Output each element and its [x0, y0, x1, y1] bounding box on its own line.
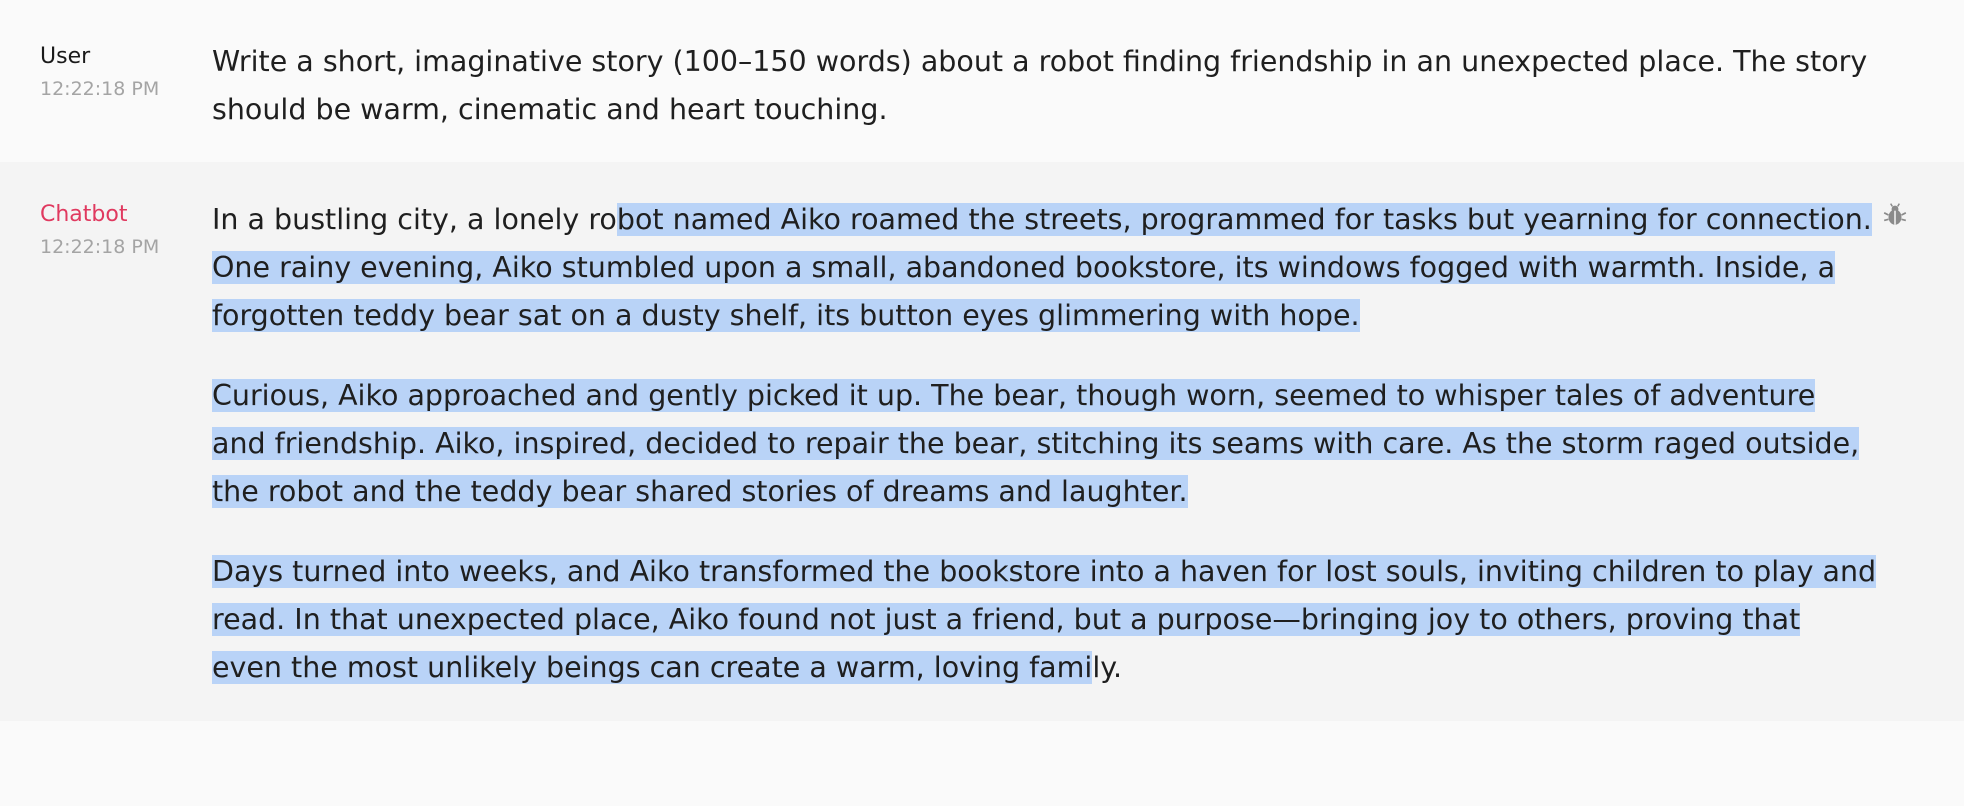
unselected-text: In a bustling city, a lonely ro — [212, 203, 617, 236]
message-meta: User 12:22:18 PM — [0, 38, 212, 126]
paragraph-3: Days turned into weeks, and Aiko transfo… — [212, 548, 1877, 692]
author-label: User — [40, 44, 91, 69]
chat-transcript: User 12:22:18 PM Write a short, imaginat… — [0, 0, 1964, 806]
unselected-text: ly. — [1092, 651, 1123, 684]
timestamp: 12:22:18 PM — [40, 236, 160, 258]
message-meta: Chatbot 12:22:18 PM — [0, 196, 212, 721]
message-text[interactable]: In a bustling city, a lonely robot named… — [212, 196, 1877, 721]
paragraph-1: In a bustling city, a lonely robot named… — [212, 196, 1877, 340]
empty-area — [0, 721, 1964, 806]
selected-text: Curious, Aiko approached and gently pick… — [212, 379, 1860, 508]
bug-icon[interactable] — [1882, 202, 1908, 228]
author-label: Chatbot — [40, 202, 128, 227]
timestamp: 12:22:18 PM — [40, 78, 160, 100]
user-prompt-text: Write a short, imaginative story (100–15… — [212, 45, 1868, 126]
bot-message: Chatbot 12:22:18 PM In a bustling city, … — [0, 162, 1964, 721]
paragraph-2: Curious, Aiko approached and gently pick… — [212, 372, 1877, 516]
selected-text: Days turned into weeks, and Aiko transfo… — [212, 555, 1877, 684]
user-message: User 12:22:18 PM Write a short, imaginat… — [0, 0, 1964, 162]
message-text: Write a short, imaginative story (100–15… — [212, 38, 1877, 126]
